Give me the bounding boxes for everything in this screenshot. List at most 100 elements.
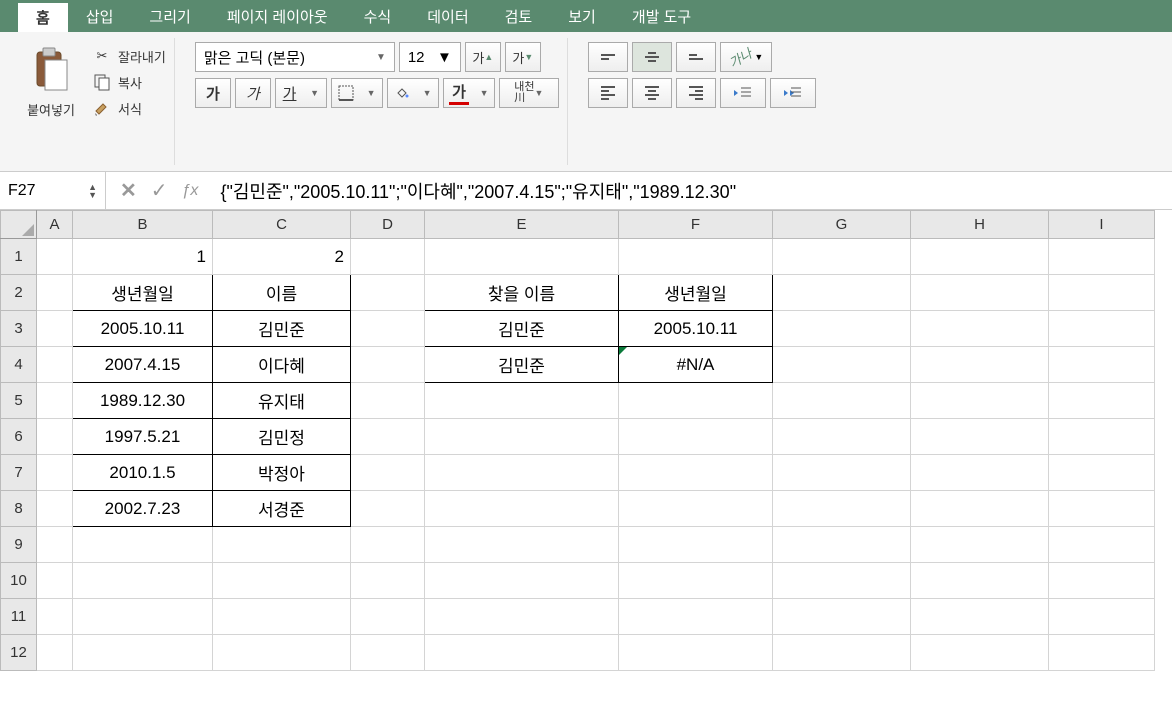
- cell-C11[interactable]: [213, 599, 351, 635]
- cell-H7[interactable]: [911, 455, 1049, 491]
- cell-F2[interactable]: 생년월일: [619, 275, 773, 311]
- cell-B11[interactable]: [73, 599, 213, 635]
- cell-A10[interactable]: [37, 563, 73, 599]
- cell-B6[interactable]: 1997.5.21: [73, 419, 213, 455]
- phonetic-button[interactable]: 내천川 ▼: [499, 78, 559, 108]
- cell-E9[interactable]: [425, 527, 619, 563]
- tab-review[interactable]: 검토: [487, 0, 551, 32]
- cell-F5[interactable]: [619, 383, 773, 419]
- cell-I2[interactable]: [1049, 275, 1155, 311]
- cell-G1[interactable]: [773, 239, 911, 275]
- align-bottom-button[interactable]: [676, 42, 716, 72]
- cell-D7[interactable]: [351, 455, 425, 491]
- underline-button[interactable]: 가▼: [275, 78, 327, 108]
- cell-D1[interactable]: [351, 239, 425, 275]
- cell-I5[interactable]: [1049, 383, 1155, 419]
- cell-D4[interactable]: [351, 347, 425, 383]
- cell-A3[interactable]: [37, 311, 73, 347]
- cut-button[interactable]: ✂ 잘라내기: [92, 46, 166, 66]
- border-button[interactable]: ▼: [331, 78, 383, 108]
- cell-F7[interactable]: [619, 455, 773, 491]
- cell-B3[interactable]: 2005.10.11: [73, 311, 213, 347]
- cell-E3[interactable]: 김민준: [425, 311, 619, 347]
- cell-H6[interactable]: [911, 419, 1049, 455]
- cell-A5[interactable]: [37, 383, 73, 419]
- cell-H8[interactable]: [911, 491, 1049, 527]
- cell-I1[interactable]: [1049, 239, 1155, 275]
- cell-A2[interactable]: [37, 275, 73, 311]
- row-header-3[interactable]: 3: [1, 311, 37, 347]
- cell-C3[interactable]: 김민준: [213, 311, 351, 347]
- row-header-5[interactable]: 5: [1, 383, 37, 419]
- row-header-1[interactable]: 1: [1, 239, 37, 275]
- accept-formula-button[interactable]: ✓: [151, 178, 168, 203]
- formula-input[interactable]: {"김민준","2005.10.11";"이다혜","2007.4.15";"유…: [212, 174, 1172, 208]
- cell-H4[interactable]: [911, 347, 1049, 383]
- tab-page-layout[interactable]: 페이지 레이아웃: [209, 0, 346, 32]
- cell-B1[interactable]: 1: [73, 239, 213, 275]
- cell-F6[interactable]: [619, 419, 773, 455]
- font-family-select[interactable]: 맑은 고딕 (본문) ▼: [195, 42, 395, 72]
- cell-C8[interactable]: 서경준: [213, 491, 351, 527]
- cell-A4[interactable]: [37, 347, 73, 383]
- decrease-indent-button[interactable]: [720, 78, 766, 108]
- col-header-H[interactable]: H: [911, 211, 1049, 239]
- cell-G10[interactable]: [773, 563, 911, 599]
- col-header-E[interactable]: E: [425, 211, 619, 239]
- cell-I11[interactable]: [1049, 599, 1155, 635]
- cell-C4[interactable]: 이다혜: [213, 347, 351, 383]
- cell-E12[interactable]: [425, 635, 619, 671]
- row-header-4[interactable]: 4: [1, 347, 37, 383]
- cell-H9[interactable]: [911, 527, 1049, 563]
- cell-E7[interactable]: [425, 455, 619, 491]
- cell-I3[interactable]: [1049, 311, 1155, 347]
- cell-G11[interactable]: [773, 599, 911, 635]
- cell-E2[interactable]: 찾을 이름: [425, 275, 619, 311]
- cell-F12[interactable]: [619, 635, 773, 671]
- cell-I10[interactable]: [1049, 563, 1155, 599]
- row-header-8[interactable]: 8: [1, 491, 37, 527]
- name-box[interactable]: F27 ▲▼: [0, 172, 106, 209]
- cell-A8[interactable]: [37, 491, 73, 527]
- tab-developer[interactable]: 개발 도구: [614, 0, 709, 32]
- increase-indent-button[interactable]: [770, 78, 816, 108]
- cell-C9[interactable]: [213, 527, 351, 563]
- tab-home[interactable]: 홈: [18, 0, 68, 32]
- tab-data[interactable]: 데이터: [409, 0, 486, 32]
- align-center-button[interactable]: [632, 78, 672, 108]
- row-header-12[interactable]: 12: [1, 635, 37, 671]
- cell-H11[interactable]: [911, 599, 1049, 635]
- cell-B4[interactable]: 2007.4.15: [73, 347, 213, 383]
- cell-A12[interactable]: [37, 635, 73, 671]
- col-header-A[interactable]: A: [37, 211, 73, 239]
- cell-A9[interactable]: [37, 527, 73, 563]
- cell-B12[interactable]: [73, 635, 213, 671]
- cell-G7[interactable]: [773, 455, 911, 491]
- cell-F4[interactable]: #N/A: [619, 347, 773, 383]
- cell-I6[interactable]: [1049, 419, 1155, 455]
- cell-F11[interactable]: [619, 599, 773, 635]
- fx-button[interactable]: ƒx: [182, 182, 199, 200]
- cell-C6[interactable]: 김민정: [213, 419, 351, 455]
- spinner-icon[interactable]: ▲▼: [88, 183, 97, 199]
- cell-A11[interactable]: [37, 599, 73, 635]
- bold-button[interactable]: 가: [195, 78, 231, 108]
- cell-F1[interactable]: [619, 239, 773, 275]
- select-all-corner[interactable]: [1, 211, 37, 239]
- cell-A6[interactable]: [37, 419, 73, 455]
- increase-font-button[interactable]: 가▲: [465, 42, 501, 72]
- cell-C7[interactable]: 박정아: [213, 455, 351, 491]
- cell-G5[interactable]: [773, 383, 911, 419]
- row-header-2[interactable]: 2: [1, 275, 37, 311]
- cell-E10[interactable]: [425, 563, 619, 599]
- cell-D6[interactable]: [351, 419, 425, 455]
- cell-I12[interactable]: [1049, 635, 1155, 671]
- font-color-button[interactable]: 가▼: [443, 78, 495, 108]
- font-size-select[interactable]: 12 ▼: [399, 42, 461, 72]
- cell-F8[interactable]: [619, 491, 773, 527]
- paste-button[interactable]: 붙여넣기: [18, 42, 84, 123]
- cell-B2[interactable]: 생년월일: [73, 275, 213, 311]
- row-header-10[interactable]: 10: [1, 563, 37, 599]
- cell-G9[interactable]: [773, 527, 911, 563]
- cell-C1[interactable]: 2: [213, 239, 351, 275]
